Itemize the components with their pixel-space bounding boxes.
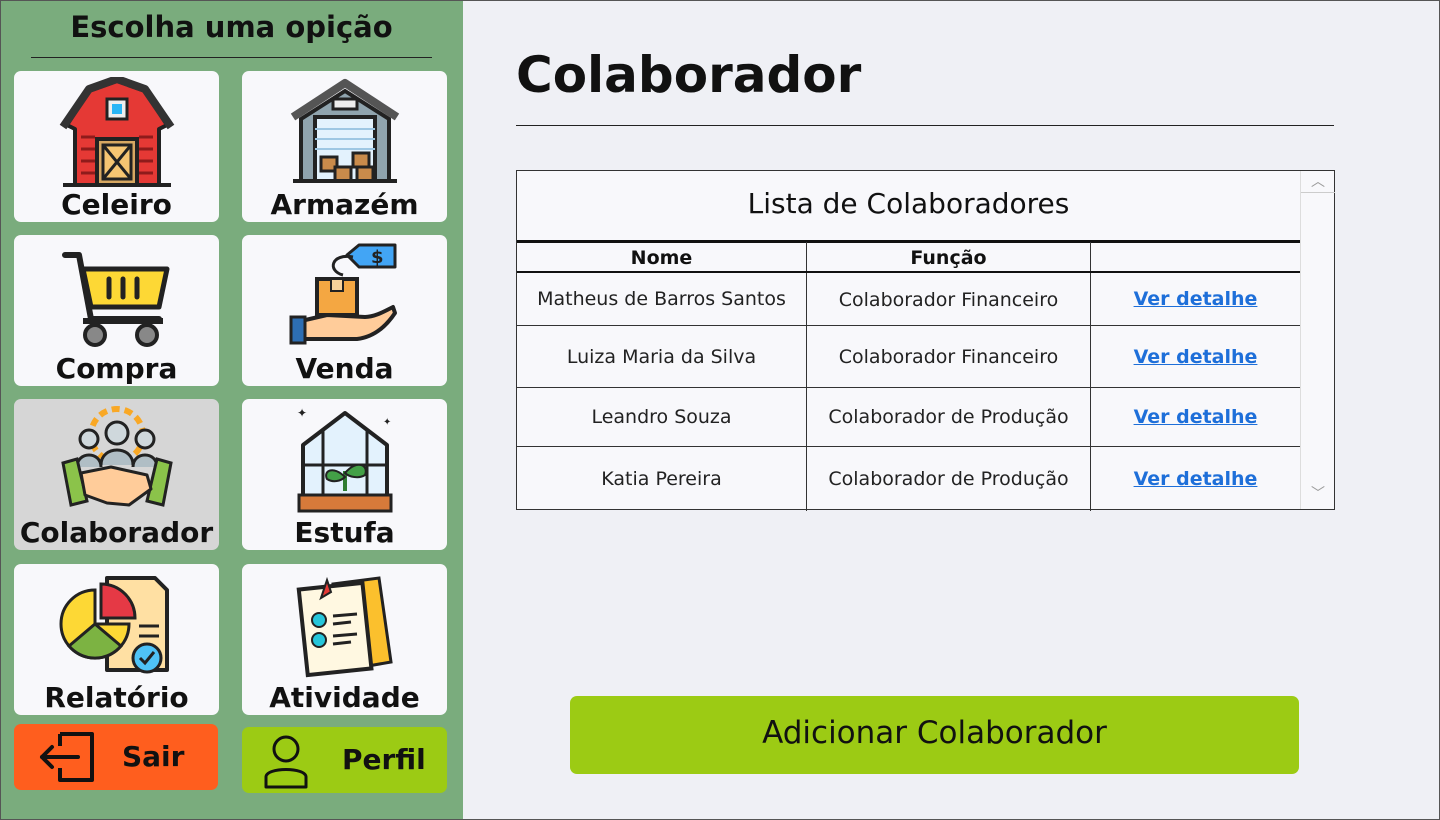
cell-role: Colaborador de Produção <box>828 406 1069 428</box>
row-divider <box>517 325 1300 326</box>
tile-venda[interactable]: $ Venda <box>242 235 447 386</box>
column-header-role: Função <box>910 247 987 269</box>
add-collaborator-button[interactable]: Adicionar Colaborador <box>570 696 1299 774</box>
team-handshake-icon <box>59 405 175 515</box>
greenhouse-icon: ✦ ✦ <box>287 405 403 515</box>
cell-role: Colaborador Financeiro <box>838 289 1059 311</box>
page-title: Colaborador <box>516 46 862 104</box>
list-title-divider <box>517 240 1300 243</box>
report-pie-chart-icon <box>59 570 175 680</box>
exit-button[interactable]: Sair <box>14 724 218 790</box>
sidebar-divider <box>31 57 432 58</box>
cell-name: Leandro Souza <box>591 406 732 428</box>
tile-atividade[interactable]: Atividade <box>242 564 447 715</box>
tile-label: Compra <box>55 352 178 385</box>
cell-role: Colaborador Financeiro <box>838 346 1059 368</box>
cell-name: Matheus de Barros Santos <box>537 288 786 310</box>
tile-label: Relatório <box>44 681 189 714</box>
tile-estufa[interactable]: ✦ ✦ Estufa <box>242 399 447 550</box>
svg-text:✦: ✦ <box>383 417 391 428</box>
row-divider <box>517 446 1300 447</box>
logout-icon <box>34 728 98 786</box>
tile-armazem[interactable]: Armazém <box>242 71 447 222</box>
tile-compra[interactable]: Compra <box>14 235 219 386</box>
profile-button[interactable]: Perfil <box>242 727 447 793</box>
tile-colaborador[interactable]: Colaborador <box>14 399 219 550</box>
chevron-up-icon[interactable]: ︿ <box>1301 171 1335 193</box>
shopping-cart-icon <box>59 241 175 351</box>
row-divider <box>517 387 1300 388</box>
barn-icon <box>59 75 175 187</box>
sidebar-title: Escolha uma opição <box>70 10 393 44</box>
chevron-down-icon[interactable]: ﹀ <box>1301 483 1335 505</box>
tile-celeiro[interactable]: Celeiro <box>14 71 219 222</box>
cell-name: Katia Pereira <box>601 468 722 490</box>
cell-name: Luiza Maria da Silva <box>566 346 757 368</box>
cell-role: Colaborador de Produção <box>828 468 1069 490</box>
view-detail-link[interactable]: Ver detalhe <box>1091 346 1300 368</box>
view-detail-link[interactable]: Ver detalhe <box>1091 468 1300 490</box>
view-detail-link[interactable]: Ver detalhe <box>1091 406 1300 428</box>
tile-label: Estufa <box>294 516 395 549</box>
view-detail-link[interactable]: Ver detalhe <box>1091 288 1300 310</box>
sale-hand-box-icon: $ <box>287 241 403 351</box>
tile-label: Celeiro <box>61 188 172 221</box>
column-header-name: Nome <box>630 247 693 269</box>
tile-label: Armazém <box>270 188 419 221</box>
list-scrollbar[interactable]: ︿ ﹀ <box>1300 171 1335 509</box>
exit-label: Sair <box>122 740 185 773</box>
header-divider <box>517 271 1300 273</box>
tile-label: Venda <box>295 352 394 385</box>
warehouse-icon <box>287 77 403 187</box>
tile-relatorio[interactable]: Relatório <box>14 564 219 715</box>
user-icon <box>262 731 326 789</box>
tile-label: Colaborador <box>19 516 214 549</box>
svg-text:$: $ <box>371 247 384 268</box>
svg-text:✦: ✦ <box>297 406 307 420</box>
task-checklist-icon <box>287 570 403 680</box>
title-divider <box>516 125 1334 126</box>
sidebar: Escolha uma opição Celeiro Armazém Compr… <box>0 0 463 820</box>
list-title: Lista de Colaboradores <box>747 187 1070 220</box>
profile-label: Perfil <box>342 743 426 776</box>
collaborators-list[interactable]: Lista de Colaboradores Nome Função Mathe… <box>516 170 1335 511</box>
tile-label: Atividade <box>269 681 420 714</box>
